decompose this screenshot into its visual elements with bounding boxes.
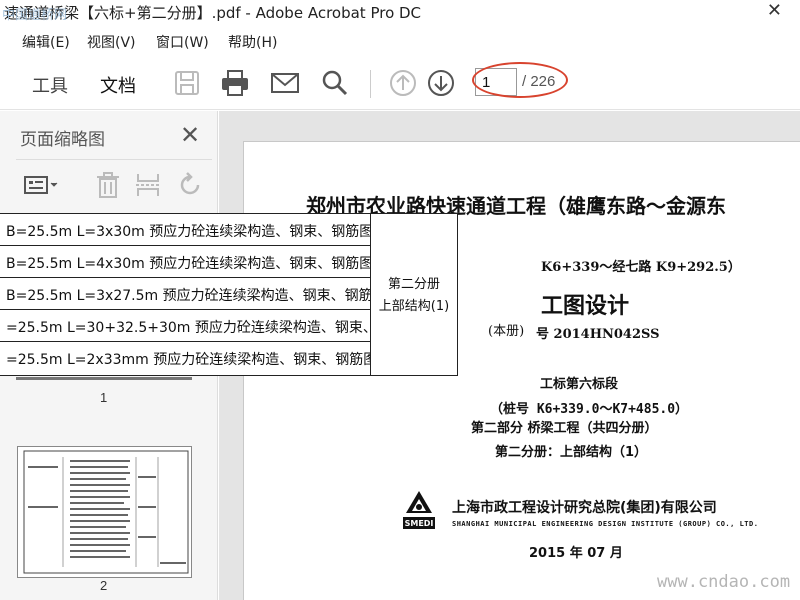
document-part: 第二部分 桥梁工程（共四分册） xyxy=(471,421,658,436)
document-number: 号 2014HN042SS xyxy=(536,327,660,342)
table-row: =25.5m L=30+32.5+30m 预应力砼连续梁构造、钢束、钢筋图 xyxy=(0,310,370,342)
menu-bar: 编辑(E) 视图(V) 窗口(W) 帮助(H) xyxy=(0,30,800,52)
table-divider xyxy=(370,214,371,375)
toolbar-separator xyxy=(370,70,371,98)
menu-window[interactable]: 窗口(W) xyxy=(156,32,209,52)
prev-page-icon[interactable] xyxy=(388,68,418,98)
annotation-ellipse xyxy=(472,62,568,98)
print-icon[interactable] xyxy=(220,68,250,98)
delete-icon[interactable] xyxy=(94,171,122,199)
document-volume: (本册) xyxy=(488,324,525,339)
tab-tools[interactable]: 工具 xyxy=(32,72,68,98)
panel-divider xyxy=(16,159,212,160)
thumbnail-options-icon[interactable] xyxy=(22,171,62,199)
document-design: 工图设计 xyxy=(541,293,630,319)
organization-name: 上海市政工程设计研究总院(集团)有限公司 xyxy=(452,500,717,516)
insert-icon[interactable] xyxy=(134,171,162,199)
organization-name-en: SHANGHAI MUNICIPAL ENGINEERING DESIGN IN… xyxy=(452,520,759,528)
menu-edit[interactable]: 编辑(E) xyxy=(22,32,70,52)
document-date: 2015 年 07 月 xyxy=(529,546,623,561)
logo-text: SMEDI xyxy=(405,519,434,528)
thumbnail-1-label: 1 xyxy=(100,390,108,405)
document-stake: （桩号 K6+339.0～K7+485.0） xyxy=(490,402,689,417)
watermark-bottom-right: www.cndao.com xyxy=(657,572,791,592)
watermark-top-left: 中国道桥网 xyxy=(2,8,68,23)
tab-document[interactable]: 文档 xyxy=(98,72,138,114)
email-icon[interactable] xyxy=(270,68,300,98)
rotate-icon[interactable] xyxy=(176,171,204,199)
toolbar: 工具 文档 / 226 xyxy=(0,56,800,114)
next-page-icon[interactable] xyxy=(426,68,456,98)
table-row: B=25.5m L=3x27.5m 预应力砼连续梁构造、钢束、钢筋图 xyxy=(0,278,370,310)
document-book: 第二分册：上部结构（1） xyxy=(495,445,648,460)
document-range: K6+339～经七路 K9+292.5） xyxy=(541,260,741,275)
thumbnail-2[interactable] xyxy=(17,446,192,578)
contents-table-overlay: B=25.5m L=3x30m 预应力砼连续梁构造、钢束、钢筋图 B=25.5m… xyxy=(0,213,458,376)
smedi-logo: SMEDI xyxy=(403,491,435,529)
group-line-2: 上部结构(1) xyxy=(378,299,450,314)
save-icon[interactable] xyxy=(172,68,202,98)
table-row: =25.5m L=2x33mm 预应力砼连续梁构造、钢束、钢筋图 xyxy=(6,352,370,368)
menu-view[interactable]: 视图(V) xyxy=(87,32,136,52)
close-panel-button[interactable]: ✕ xyxy=(180,121,200,149)
table-row: B=25.5m L=3x30m 预应力砼连续梁构造、钢束、钢筋图 xyxy=(0,214,370,246)
group-line-1: 第二分册 xyxy=(387,277,440,292)
menu-help[interactable]: 帮助(H) xyxy=(228,32,277,52)
document-section: 工标第六标段 xyxy=(540,377,619,392)
thumbnail-1-edge[interactable] xyxy=(16,377,192,380)
table-row: B=25.5m L=4x30m 预应力砼连续梁构造、钢束、钢筋图 xyxy=(0,246,370,278)
thumbnail-2-label: 2 xyxy=(100,578,108,593)
search-icon[interactable] xyxy=(320,68,350,98)
title-bar: 速通道桥梁【六标+第二分册】.pdf - Adobe Acrobat Pro D… xyxy=(0,0,800,26)
table-group-label: 第二分册 上部结构(1) xyxy=(372,274,456,318)
close-window-button[interactable]: ✕ xyxy=(767,0,782,21)
thumbnail-2-preview xyxy=(23,450,189,574)
panel-title: 页面缩略图 xyxy=(20,130,105,150)
